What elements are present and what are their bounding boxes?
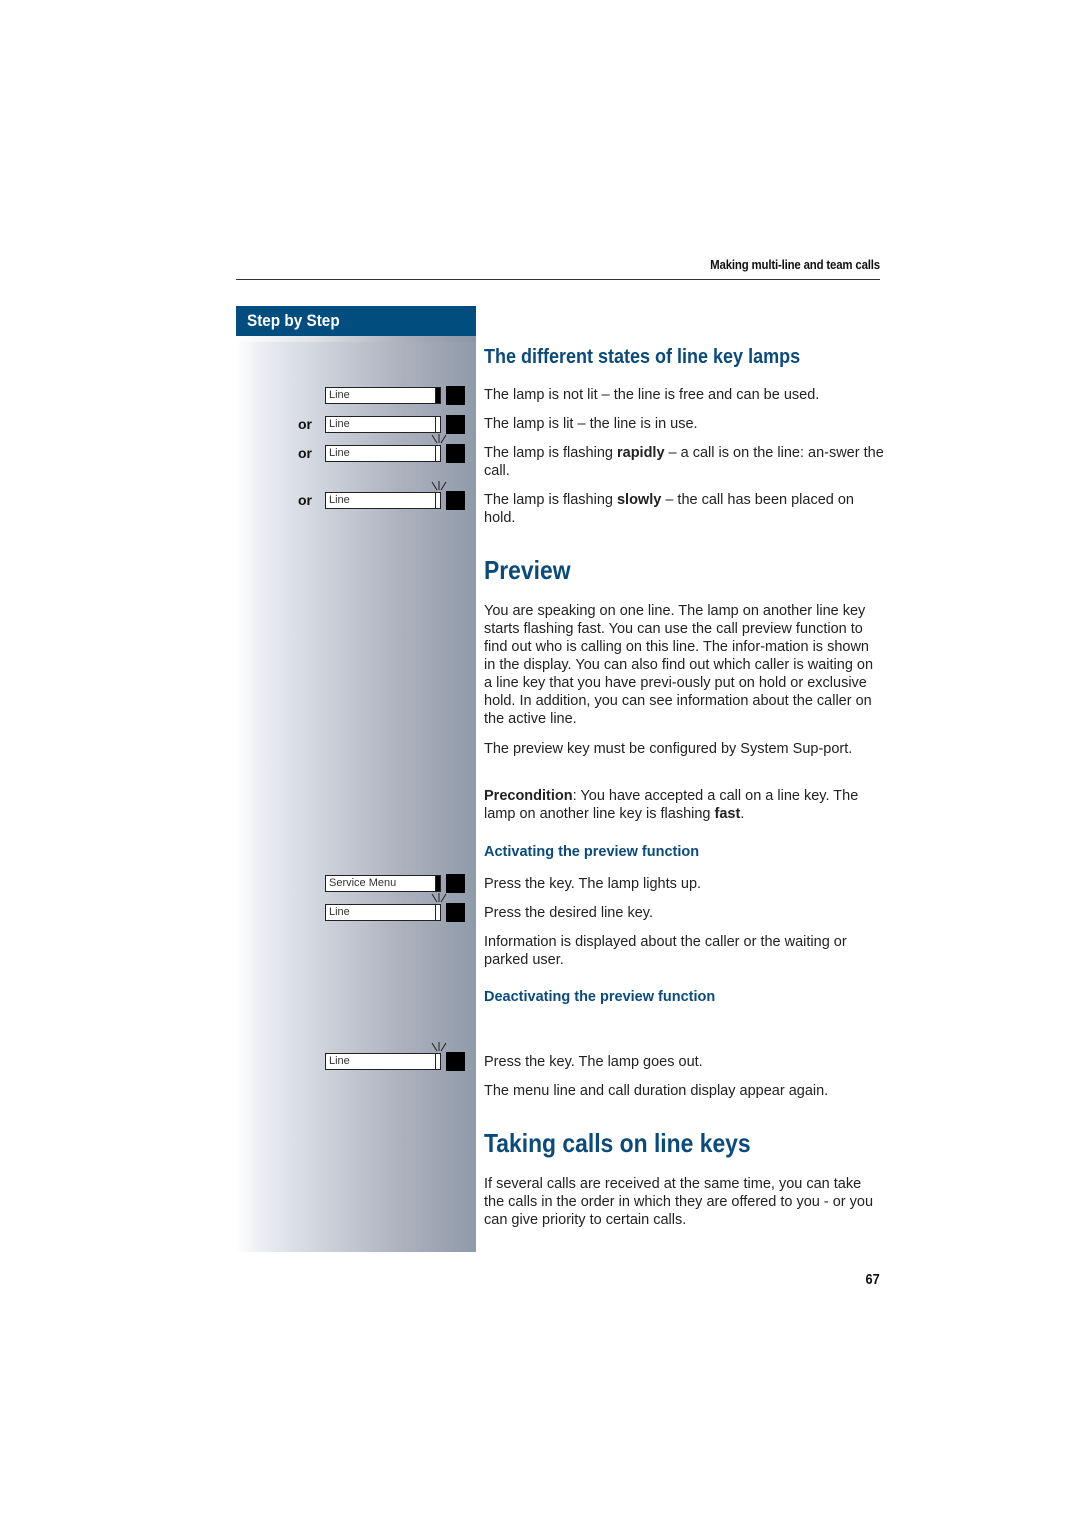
running-header: Making multi-line and team calls xyxy=(710,257,880,272)
key-button-icon[interactable] xyxy=(446,491,465,510)
lamp-indicator-icon xyxy=(435,1053,441,1070)
deactivating-result: The menu line and call duration display … xyxy=(484,1083,829,1099)
key-button-icon[interactable] xyxy=(446,874,465,893)
key-label: Line xyxy=(325,416,441,433)
lamp-indicator-icon xyxy=(435,492,441,509)
lamp-state-text: The lamp is lit – the line is in use. xyxy=(484,416,698,432)
line-key-not-lit[interactable]: Line xyxy=(325,386,467,405)
section-heading-preview: Preview xyxy=(484,555,571,585)
step-by-step-sidebar: Step by Step Line or Line or Line or Lin… xyxy=(236,306,476,1252)
taking-calls-text: If several calls are received at the sam… xyxy=(484,1176,874,1228)
key-label: Line xyxy=(325,387,441,404)
key-label: Service Menu xyxy=(325,875,441,892)
lamp-indicator-icon xyxy=(435,875,441,892)
activating-heading: Activating the preview function xyxy=(484,844,700,860)
line-key-deactivate[interactable]: Line xyxy=(325,1042,467,1071)
key-label: Line xyxy=(325,1053,441,1070)
sidebar-accent-strip xyxy=(236,336,476,342)
header-divider xyxy=(236,279,880,280)
deactivating-heading: Deactivating the preview function xyxy=(484,989,716,1005)
key-label: Line xyxy=(325,904,441,921)
key-button-icon[interactable] xyxy=(446,415,465,434)
service-menu-key[interactable]: Service Menu xyxy=(325,874,467,893)
sidebar-gradient-panel xyxy=(236,336,476,1252)
sidebar-title: Step by Step xyxy=(236,306,476,336)
lamp-state-text: The lamp is flashing rapidly – a call is… xyxy=(484,445,884,479)
lamp-indicator-icon xyxy=(435,904,441,921)
or-label: or xyxy=(298,445,312,461)
or-label: or xyxy=(298,492,312,508)
preview-config-note: The preview key must be configured by Sy… xyxy=(484,741,853,757)
key-button-icon[interactable] xyxy=(446,1052,465,1071)
lamp-state-text: The lamp is not lit – the line is free a… xyxy=(484,387,820,403)
key-button-icon[interactable] xyxy=(446,903,465,922)
lamp-indicator-icon xyxy=(435,387,441,404)
page-number: 67 xyxy=(865,1271,880,1288)
key-label: Line xyxy=(325,492,441,509)
precondition-text: Precondition: You have accepted a call o… xyxy=(484,788,859,822)
activating-step-2: Press the desired line key. xyxy=(484,905,653,921)
section-heading-lamp-states: The different states of line key lamps xyxy=(484,346,801,368)
line-key-lit[interactable]: Line xyxy=(325,415,467,434)
preview-intro: You are speaking on one line. The lamp o… xyxy=(484,603,874,727)
line-key-flashing-slowly[interactable]: Line xyxy=(325,481,467,510)
key-button-icon[interactable] xyxy=(446,444,465,463)
lamp-indicator-icon xyxy=(435,416,441,433)
activating-result: Information is displayed about the calle… xyxy=(484,934,847,968)
lamp-indicator-icon xyxy=(435,445,441,462)
deactivating-step-1: Press the key. The lamp goes out. xyxy=(484,1054,703,1070)
key-label: Line xyxy=(325,445,441,462)
lamp-state-text: The lamp is flashing slowly – the call h… xyxy=(484,492,854,526)
section-heading-taking-calls: Taking calls on line keys xyxy=(484,1128,751,1158)
key-button-icon[interactable] xyxy=(446,386,465,405)
or-label: or xyxy=(298,416,312,432)
line-key-preview[interactable]: Line xyxy=(325,893,467,922)
line-key-flashing-rapidly[interactable]: Line xyxy=(325,434,467,463)
activating-step-1: Press the key. The lamp lights up. xyxy=(484,876,702,892)
